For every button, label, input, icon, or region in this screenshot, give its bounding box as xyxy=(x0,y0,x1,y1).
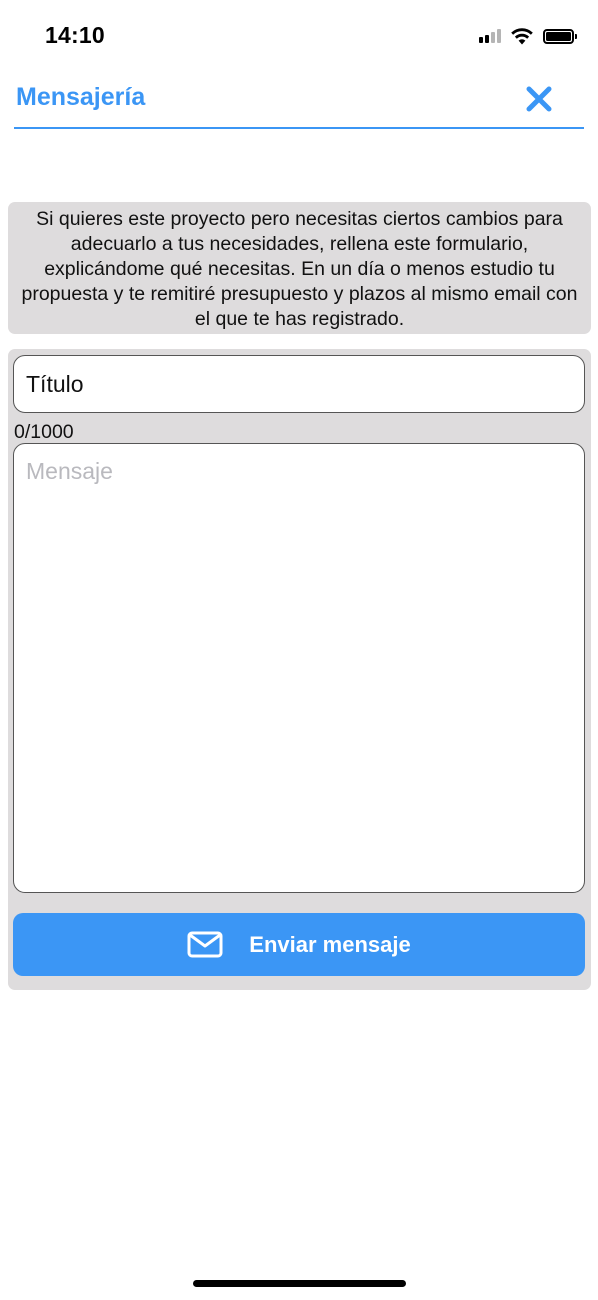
screen: 14:10 Mensajería Si quieres este proyect… xyxy=(0,0,598,1300)
send-button-label: Enviar mensaje xyxy=(249,931,411,957)
message-textarea[interactable] xyxy=(13,443,585,893)
send-message-button[interactable]: Enviar mensaje xyxy=(13,913,585,976)
info-box: Si quieres este proyecto pero necesitas … xyxy=(8,202,591,334)
close-icon xyxy=(526,86,552,112)
status-bar: 14:10 xyxy=(0,0,598,72)
message-form: 0/1000 Enviar mensaje xyxy=(8,349,591,990)
info-text: Si quieres este proyecto pero necesitas … xyxy=(21,208,578,330)
title-input[interactable] xyxy=(13,355,585,413)
wifi-icon xyxy=(511,28,533,45)
envelope-icon xyxy=(187,931,223,958)
close-button[interactable] xyxy=(524,84,554,114)
status-time: 14:10 xyxy=(45,22,105,48)
page-title: Mensajería xyxy=(16,83,146,111)
status-icons xyxy=(479,27,577,45)
header: Mensajería xyxy=(14,76,584,129)
battery-icon xyxy=(543,28,577,44)
home-indicator xyxy=(193,1280,406,1287)
character-counter: 0/1000 xyxy=(14,421,74,443)
signal-icon xyxy=(479,29,501,43)
